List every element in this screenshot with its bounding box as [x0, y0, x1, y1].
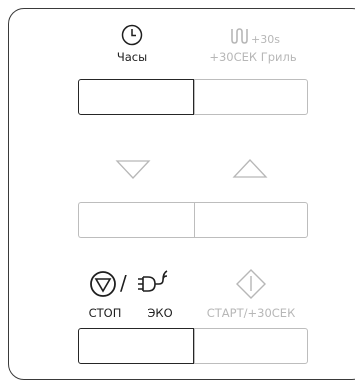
stop-icon	[90, 271, 116, 297]
down-button[interactable]	[78, 202, 194, 238]
clock-icon	[121, 24, 143, 46]
up-button[interactable]	[194, 202, 308, 238]
slash-separator: /	[120, 271, 127, 295]
eco-plug-icon	[138, 270, 168, 292]
stop-eco-button[interactable]	[78, 328, 194, 364]
grill-icon	[231, 28, 248, 44]
grill-label: +30СЕК Гриль	[209, 50, 297, 64]
clock-label: Часы	[116, 50, 148, 64]
start-button[interactable]	[194, 328, 308, 364]
down-arrow-icon	[115, 160, 151, 179]
stop-label: СТОП	[88, 306, 122, 320]
start-label: СТАРТ/+30СЕК	[206, 306, 296, 320]
grill-plus-label: +30s	[251, 33, 280, 46]
clock-button[interactable]	[78, 79, 194, 115]
start-icon	[236, 269, 266, 299]
grill-button[interactable]	[194, 79, 308, 115]
up-arrow-icon	[232, 159, 268, 178]
eco-label: ЭКО	[147, 306, 173, 320]
